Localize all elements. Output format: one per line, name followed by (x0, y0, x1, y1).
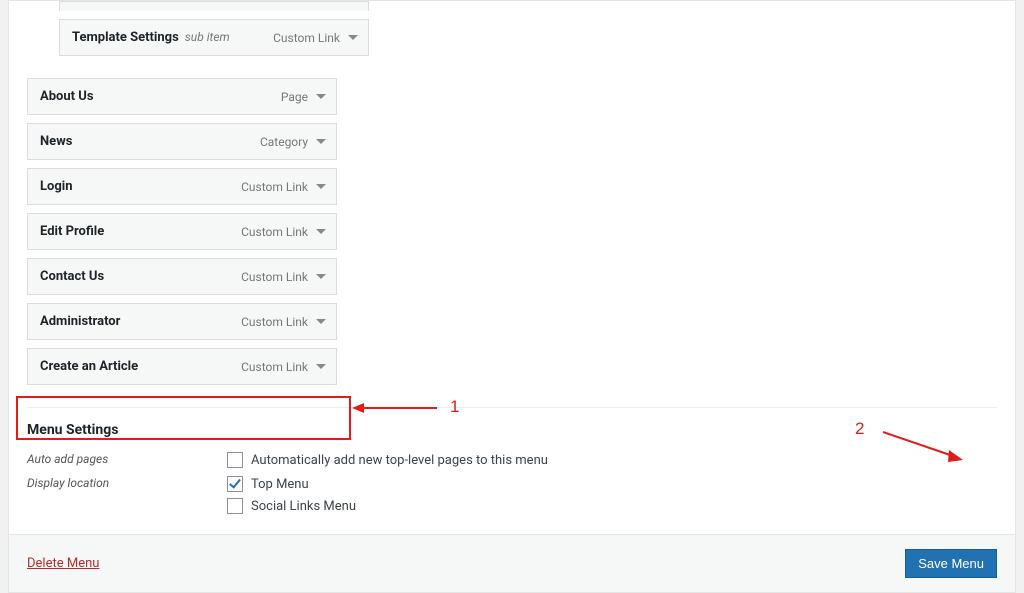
footer-bar: Delete Menu Save Menu (9, 534, 1015, 592)
menu-item-title: About Us (40, 89, 94, 104)
top-menu-option[interactable]: Top Menu (227, 476, 356, 492)
display-location-label: Display location (27, 476, 227, 490)
display-location-row: Display location Top Menu Social Links M… (27, 472, 997, 518)
chevron-down-icon[interactable] (316, 229, 326, 234)
top-menu-text: Top Menu (251, 477, 309, 492)
menu-item-title: Edit Profile (40, 224, 104, 239)
chevron-down-icon[interactable] (316, 319, 326, 324)
auto-add-pages-option[interactable]: Automatically add new top-level pages to… (227, 452, 548, 468)
chevron-down-icon[interactable] (316, 139, 326, 144)
menu-item-title: Template Settings (72, 30, 179, 45)
delete-menu-link[interactable]: Delete Menu (27, 556, 99, 571)
menu-settings-heading: Menu Settings (27, 422, 997, 438)
menu-item-type: Custom Link (241, 270, 308, 284)
menu-item-template-settings[interactable]: Template Settings sub item Custom Link (59, 19, 369, 56)
chevron-down-icon[interactable] (316, 94, 326, 99)
menu-item-type: Custom Link (241, 225, 308, 239)
menu-item-news[interactable]: News Category (27, 123, 337, 160)
save-menu-button[interactable]: Save Menu (905, 549, 997, 578)
menu-item-about-us[interactable]: About Us Page (27, 78, 337, 115)
sub-item-label: sub item (185, 30, 230, 44)
top-menu-checkbox[interactable] (227, 476, 243, 492)
auto-add-pages-label: Auto add pages (27, 452, 227, 466)
menu-item-contact-us[interactable]: Contact Us Custom Link (27, 258, 337, 295)
auto-add-pages-row: Auto add pages Automatically add new top… (27, 448, 997, 472)
chevron-down-icon[interactable] (316, 184, 326, 189)
menu-item-type: Custom Link (241, 180, 308, 194)
menu-item-title: News (40, 134, 72, 149)
social-links-checkbox[interactable] (227, 498, 243, 514)
menu-item-type: Custom Link (273, 31, 340, 45)
menu-item-create-article[interactable]: Create an Article Custom Link (27, 348, 337, 385)
menu-items-list: Template Settings sub item Custom Link A… (27, 1, 997, 385)
social-links-option[interactable]: Social Links Menu (227, 498, 356, 514)
menu-item-type: Custom Link (241, 360, 308, 374)
menu-item-type: Category (260, 135, 308, 149)
chevron-down-icon[interactable] (316, 364, 326, 369)
divider (27, 407, 997, 408)
menu-item-title: Create an Article (40, 359, 138, 374)
auto-add-checkbox[interactable] (227, 452, 243, 468)
menu-item-title: Administrator (40, 314, 120, 329)
menu-item-row-partial (59, 1, 369, 11)
auto-add-text: Automatically add new top-level pages to… (251, 453, 548, 468)
menu-item-title: Login (40, 179, 73, 194)
social-links-text: Social Links Menu (251, 499, 356, 514)
menu-item-edit-profile[interactable]: Edit Profile Custom Link (27, 213, 337, 250)
chevron-down-icon[interactable] (316, 274, 326, 279)
menu-item-type: Custom Link (241, 315, 308, 329)
chevron-down-icon[interactable] (348, 35, 358, 40)
menu-item-login[interactable]: Login Custom Link (27, 168, 337, 205)
menu-item-administrator[interactable]: Administrator Custom Link (27, 303, 337, 340)
menu-item-title: Contact Us (40, 269, 104, 284)
menu-item-type: Page (281, 90, 308, 104)
